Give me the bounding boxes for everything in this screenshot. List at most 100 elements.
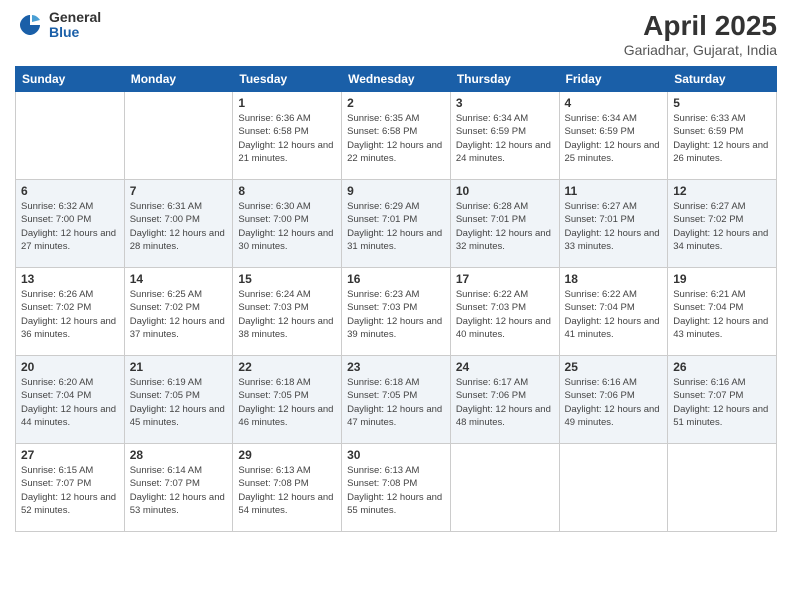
day-number: 3	[456, 96, 554, 110]
day-number: 13	[21, 272, 119, 286]
day-info: Sunrise: 6:30 AM Sunset: 7:00 PM Dayligh…	[238, 200, 336, 253]
table-row: 12 Sunrise: 6:27 AM Sunset: 7:02 PM Dayli…	[668, 180, 777, 268]
col-thursday: Thursday	[450, 67, 559, 92]
calendar-table: Sunday Monday Tuesday Wednesday Thursday…	[15, 66, 777, 532]
table-row: 11 Sunrise: 6:27 AM Sunset: 7:01 PM Dayli…	[559, 180, 668, 268]
logo-text: General Blue	[49, 10, 101, 41]
day-number: 16	[347, 272, 445, 286]
table-row: 2 Sunrise: 6:35 AM Sunset: 6:58 PM Daylig…	[342, 92, 451, 180]
table-row: 29 Sunrise: 6:13 AM Sunset: 7:08 PM Dayli…	[233, 444, 342, 532]
logo-general: General	[49, 10, 101, 25]
table-row	[16, 92, 125, 180]
day-info: Sunrise: 6:17 AM Sunset: 7:06 PM Dayligh…	[456, 376, 554, 429]
day-number: 10	[456, 184, 554, 198]
table-row: 15 Sunrise: 6:24 AM Sunset: 7:03 PM Dayli…	[233, 268, 342, 356]
logo: General Blue	[15, 10, 101, 41]
day-info: Sunrise: 6:22 AM Sunset: 7:04 PM Dayligh…	[565, 288, 663, 341]
table-row: 18 Sunrise: 6:22 AM Sunset: 7:04 PM Dayli…	[559, 268, 668, 356]
table-row: 24 Sunrise: 6:17 AM Sunset: 7:06 PM Dayli…	[450, 356, 559, 444]
day-number: 4	[565, 96, 663, 110]
col-sunday: Sunday	[16, 67, 125, 92]
table-row: 17Sunrise: 6:22 AM Sunset: 7:03 PM Dayli…	[450, 268, 559, 356]
day-info: Sunrise: 6:27 AM Sunset: 7:01 PM Dayligh…	[565, 200, 663, 253]
day-number: 2	[347, 96, 445, 110]
logo-icon	[15, 10, 45, 40]
day-number: 29	[238, 448, 336, 462]
day-number: 23	[347, 360, 445, 374]
table-row: 21 Sunrise: 6:19 AM Sunset: 7:05 PM Dayli…	[124, 356, 233, 444]
table-row: 27Sunrise: 6:15 AM Sunset: 7:07 PM Dayli…	[16, 444, 125, 532]
day-number: 26	[673, 360, 771, 374]
day-number: 18	[565, 272, 663, 286]
table-row: 26 Sunrise: 6:16 AM Sunset: 7:07 PM Dayli…	[668, 356, 777, 444]
page-header: General Blue April 2025 Gariadhar, Gujar…	[15, 10, 777, 58]
table-row: 25 Sunrise: 6:16 AM Sunset: 7:06 PM Dayli…	[559, 356, 668, 444]
day-number: 11	[565, 184, 663, 198]
day-info: Sunrise: 6:24 AM Sunset: 7:03 PM Dayligh…	[238, 288, 336, 341]
calendar-row: 1 Sunrise: 6:36 AM Sunset: 6:58 PM Daylig…	[16, 92, 777, 180]
table-row: 4 Sunrise: 6:34 AM Sunset: 6:59 PM Daylig…	[559, 92, 668, 180]
day-info: Sunrise: 6:34 AM Sunset: 6:59 PM Dayligh…	[565, 112, 663, 165]
col-tuesday: Tuesday	[233, 67, 342, 92]
location: Gariadhar, Gujarat, India	[624, 42, 777, 58]
table-row: 6 Sunrise: 6:32 AM Sunset: 7:00 PM Daylig…	[16, 180, 125, 268]
day-number: 25	[565, 360, 663, 374]
day-number: 28	[130, 448, 228, 462]
calendar-row: 27Sunrise: 6:15 AM Sunset: 7:07 PM Dayli…	[16, 444, 777, 532]
day-info: Sunrise: 6:31 AM Sunset: 7:00 PM Dayligh…	[130, 200, 228, 253]
table-row: 1 Sunrise: 6:36 AM Sunset: 6:58 PM Daylig…	[233, 92, 342, 180]
table-row: 3 Sunrise: 6:34 AM Sunset: 6:59 PM Daylig…	[450, 92, 559, 180]
day-info: Sunrise: 6:21 AM Sunset: 7:04 PM Dayligh…	[673, 288, 771, 341]
day-info: Sunrise: 6:16 AM Sunset: 7:07 PM Dayligh…	[673, 376, 771, 429]
header-row: Sunday Monday Tuesday Wednesday Thursday…	[16, 67, 777, 92]
day-info: Sunrise: 6:35 AM Sunset: 6:58 PM Dayligh…	[347, 112, 445, 165]
day-number: 12	[673, 184, 771, 198]
table-row	[124, 92, 233, 180]
table-row: 14 Sunrise: 6:25 AM Sunset: 7:02 PM Dayli…	[124, 268, 233, 356]
col-saturday: Saturday	[668, 67, 777, 92]
day-info: Sunrise: 6:15 AM Sunset: 7:07 PM Dayligh…	[21, 464, 119, 517]
table-row: 30Sunrise: 6:13 AM Sunset: 7:08 PM Dayli…	[342, 444, 451, 532]
day-info: Sunrise: 6:13 AM Sunset: 7:08 PM Dayligh…	[238, 464, 336, 517]
day-info: Sunrise: 6:36 AM Sunset: 6:58 PM Dayligh…	[238, 112, 336, 165]
day-number: 21	[130, 360, 228, 374]
table-row: 13 Sunrise: 6:26 AM Sunset: 7:02 PM Dayli…	[16, 268, 125, 356]
day-number: 14	[130, 272, 228, 286]
day-info: Sunrise: 6:27 AM Sunset: 7:02 PM Dayligh…	[673, 200, 771, 253]
day-number: 9	[347, 184, 445, 198]
day-number: 19	[673, 272, 771, 286]
table-row: 5Sunrise: 6:33 AM Sunset: 6:59 PM Daylig…	[668, 92, 777, 180]
col-monday: Monday	[124, 67, 233, 92]
table-row: 9 Sunrise: 6:29 AM Sunset: 7:01 PM Daylig…	[342, 180, 451, 268]
day-info: Sunrise: 6:19 AM Sunset: 7:05 PM Dayligh…	[130, 376, 228, 429]
day-info: Sunrise: 6:23 AM Sunset: 7:03 PM Dayligh…	[347, 288, 445, 341]
day-number: 6	[21, 184, 119, 198]
month-title: April 2025	[624, 10, 777, 42]
day-info: Sunrise: 6:25 AM Sunset: 7:02 PM Dayligh…	[130, 288, 228, 341]
day-number: 20	[21, 360, 119, 374]
table-row: 23Sunrise: 6:18 AM Sunset: 7:05 PM Dayli…	[342, 356, 451, 444]
col-friday: Friday	[559, 67, 668, 92]
table-row	[668, 444, 777, 532]
calendar-row: 6 Sunrise: 6:32 AM Sunset: 7:00 PM Daylig…	[16, 180, 777, 268]
day-info: Sunrise: 6:20 AM Sunset: 7:04 PM Dayligh…	[21, 376, 119, 429]
table-row: 20 Sunrise: 6:20 AM Sunset: 7:04 PM Dayli…	[16, 356, 125, 444]
calendar-row: 20 Sunrise: 6:20 AM Sunset: 7:04 PM Dayli…	[16, 356, 777, 444]
day-info: Sunrise: 6:14 AM Sunset: 7:07 PM Dayligh…	[130, 464, 228, 517]
logo-blue: Blue	[49, 25, 101, 40]
day-number: 1	[238, 96, 336, 110]
day-info: Sunrise: 6:34 AM Sunset: 6:59 PM Dayligh…	[456, 112, 554, 165]
day-info: Sunrise: 6:26 AM Sunset: 7:02 PM Dayligh…	[21, 288, 119, 341]
title-block: April 2025 Gariadhar, Gujarat, India	[624, 10, 777, 58]
day-number: 7	[130, 184, 228, 198]
day-info: Sunrise: 6:29 AM Sunset: 7:01 PM Dayligh…	[347, 200, 445, 253]
day-number: 8	[238, 184, 336, 198]
day-info: Sunrise: 6:13 AM Sunset: 7:08 PM Dayligh…	[347, 464, 445, 517]
calendar-row: 13 Sunrise: 6:26 AM Sunset: 7:02 PM Dayli…	[16, 268, 777, 356]
day-number: 15	[238, 272, 336, 286]
table-row: 8 Sunrise: 6:30 AM Sunset: 7:00 PM Daylig…	[233, 180, 342, 268]
day-info: Sunrise: 6:32 AM Sunset: 7:00 PM Dayligh…	[21, 200, 119, 253]
day-number: 24	[456, 360, 554, 374]
day-info: Sunrise: 6:16 AM Sunset: 7:06 PM Dayligh…	[565, 376, 663, 429]
day-info: Sunrise: 6:18 AM Sunset: 7:05 PM Dayligh…	[238, 376, 336, 429]
